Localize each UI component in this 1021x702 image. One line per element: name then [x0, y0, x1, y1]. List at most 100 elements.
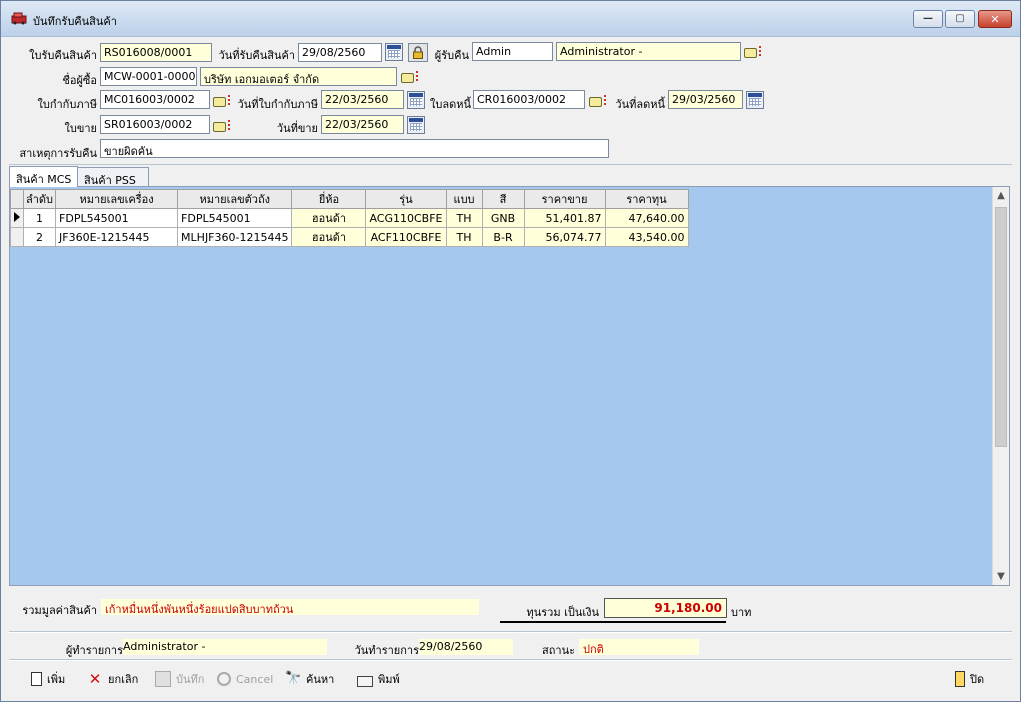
table-row[interactable]: 1 FDPL545001 FDPL545001 ฮอนด้า ACG110CBF…: [10, 208, 689, 228]
tab-pss[interactable]: สินค้า PSS: [77, 167, 149, 187]
total-value-text: เก้าหมื่นหนึ่งพันหนึ่งร้อยแปดสิบบาทถ้วน: [101, 599, 479, 616]
add-button[interactable]: เพิ่ม: [29, 668, 65, 690]
return-no-field[interactable]: RS016008/0001: [100, 43, 212, 62]
cell-brand[interactable]: ฮอนด้า: [291, 227, 367, 247]
tab-mcs[interactable]: สินค้า MCS: [9, 166, 78, 187]
delete-button[interactable]: ✕ ยกเลิก: [87, 668, 139, 690]
currency-label: บาท: [731, 606, 752, 619]
cell-brand[interactable]: ฮอนด้า: [291, 208, 367, 228]
return-date-field[interactable]: 29/08/2560: [298, 43, 382, 62]
pointing-hand-icon: [213, 121, 226, 132]
credit-note-lookup-button[interactable]: [589, 94, 607, 108]
total-cost-label: ทุนรวม เป็นเงิน: [526, 606, 599, 619]
cell-engine-no[interactable]: JF360E-1215445: [55, 227, 179, 247]
cell-chassis-no[interactable]: FDPL545001: [177, 208, 293, 228]
find-label: ค้นหา: [306, 673, 335, 686]
grid-vertical-scrollbar[interactable]: ▲ ▼: [992, 187, 1009, 585]
cancel-label: Cancel: [236, 672, 274, 686]
maximize-icon: ▢: [955, 13, 965, 24]
cell-color[interactable]: B-R: [481, 227, 525, 247]
cell-engine-no[interactable]: FDPL545001: [55, 208, 179, 228]
cell-cost[interactable]: 43,540.00: [604, 227, 689, 247]
find-button[interactable]: 🔭 ค้นหา: [285, 668, 334, 690]
save-label: บันทึก: [176, 673, 205, 686]
current-row-arrow-icon: [14, 211, 20, 222]
col-chassis-no[interactable]: หมายเลขตัวถัง: [177, 189, 293, 209]
col-type[interactable]: แบบ: [445, 189, 483, 209]
lock-button[interactable]: [408, 43, 428, 62]
cell-sale-price[interactable]: 56,074.77: [523, 227, 606, 247]
pointing-hand-icon: [589, 96, 602, 107]
product-grid[interactable]: ลำดับ หมายเลขเครื่อง หมายเลขตัวถัง ยี่ห้…: [9, 186, 1010, 586]
window-title: บันทึกรับคืนสินค้า: [33, 15, 117, 28]
maximize-button[interactable]: ▢: [945, 10, 975, 28]
binoculars-icon: 🔭: [285, 671, 302, 686]
tax-invoice-field[interactable]: MC016003/0002: [100, 90, 210, 109]
table-row[interactable]: 2 JF360E-1215445 MLHJF360-1215445 ฮอนด้า…: [10, 227, 689, 247]
receiver-code-field[interactable]: Admin: [472, 42, 553, 61]
col-sale-price[interactable]: ราคาขาย: [523, 189, 606, 209]
operator-value: Administrator -: [123, 639, 327, 655]
col-brand[interactable]: ยี่ห้อ: [291, 189, 367, 209]
cell-chassis-no[interactable]: MLHJF360-1215445: [177, 227, 293, 247]
save-button[interactable]: บันทึก: [155, 668, 204, 690]
col-model[interactable]: รุ่น: [365, 189, 447, 209]
product-table: ลำดับ หมายเลขเครื่อง หมายเลขตัวถัง ยี่ห้…: [10, 189, 689, 247]
row-indicator: [10, 227, 24, 247]
total-underline: [500, 621, 726, 623]
row-indicator-header: [10, 189, 24, 209]
reason-label: สาเหตุการรับคืน: [19, 147, 97, 160]
cell-type[interactable]: TH: [445, 227, 483, 247]
receiver-label: ผู้รับคืน: [434, 49, 469, 62]
minimize-button[interactable]: —: [913, 10, 943, 28]
cell-model[interactable]: ACF110CBFE: [365, 227, 447, 247]
print-button[interactable]: พิมพ์: [357, 668, 400, 690]
operator-label: ผู้ทำรายการ: [65, 644, 123, 657]
pointing-hand-icon: [744, 47, 757, 58]
cell-type[interactable]: TH: [445, 208, 483, 228]
reason-field[interactable]: ขายผิดคัน: [100, 139, 609, 158]
cell-cost[interactable]: 47,640.00: [604, 208, 689, 228]
cell-model[interactable]: ACG110CBFE: [365, 208, 447, 228]
col-engine-no[interactable]: หมายเลขเครื่อง: [55, 189, 179, 209]
cell-seq[interactable]: 1: [22, 208, 57, 228]
sale-date-calendar-button[interactable]: [407, 116, 425, 134]
sale-label: ใบขาย: [64, 122, 98, 135]
floppy-disk-icon: [155, 671, 171, 687]
cell-seq[interactable]: 2: [22, 227, 57, 247]
col-cost[interactable]: ราคาทุน: [604, 189, 689, 209]
new-document-icon: [31, 672, 42, 686]
sale-date-field: 22/03/2560: [321, 115, 404, 134]
undo-circle-icon: [217, 672, 231, 686]
buyer-lookup-button[interactable]: [401, 70, 419, 84]
print-label: พิมพ์: [378, 673, 400, 686]
close-button[interactable]: ✕: [978, 10, 1012, 28]
scroll-up-icon[interactable]: ▲: [993, 187, 1009, 204]
scroll-down-icon[interactable]: ▼: [993, 568, 1009, 585]
receiver-lookup-button[interactable]: [744, 45, 762, 59]
tax-invoice-calendar-button[interactable]: [407, 91, 425, 109]
sale-lookup-button[interactable]: [213, 119, 231, 133]
col-seq[interactable]: ลำดับ: [22, 189, 57, 209]
credit-note-field[interactable]: CR016003/0002: [473, 90, 585, 109]
close-icon: ✕: [990, 12, 1000, 26]
total-cost-value: 91,180.00: [604, 598, 727, 618]
cell-sale-price[interactable]: 51,401.87: [523, 208, 606, 228]
tax-invoice-date-label: วันที่ใบกำกับภาษี: [237, 98, 318, 111]
credit-date-calendar-button[interactable]: [746, 91, 764, 109]
divider: [9, 660, 1012, 661]
pointing-hand-icon: [401, 72, 414, 83]
printer-icon: [357, 675, 373, 687]
col-color[interactable]: สี: [481, 189, 525, 209]
exit-button[interactable]: ปิด: [955, 668, 984, 690]
return-date-calendar-button[interactable]: [385, 43, 403, 61]
tax-invoice-lookup-button[interactable]: [213, 94, 231, 108]
scroll-thumb[interactable]: [995, 207, 1007, 447]
divider: [9, 164, 1012, 165]
cell-color[interactable]: GNB: [481, 208, 525, 228]
sale-date-label: วันที่ขาย: [276, 122, 318, 135]
sale-no-field[interactable]: SR016003/0002: [100, 115, 210, 134]
credit-date-label: วันที่ลดหนี้: [615, 98, 665, 111]
cancel-button[interactable]: Cancel: [217, 668, 273, 690]
buyer-code-field[interactable]: MCW-0001-00001: [100, 67, 197, 86]
